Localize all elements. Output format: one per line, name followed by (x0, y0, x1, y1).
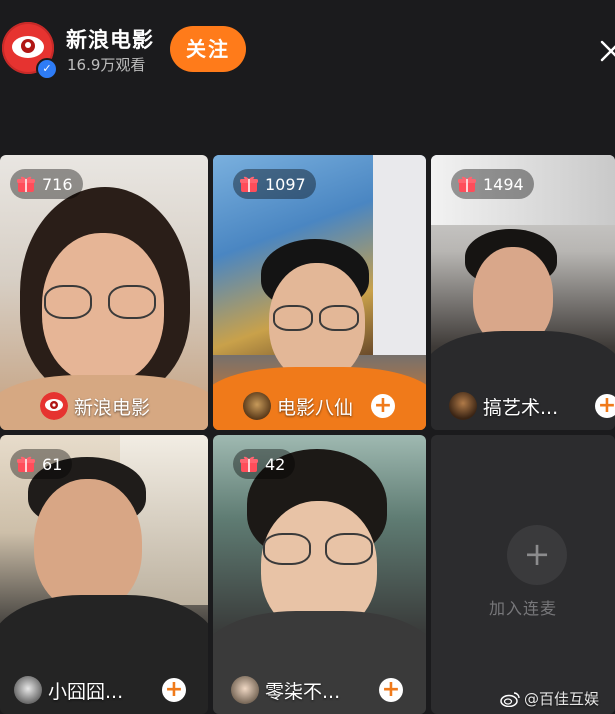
watermark: @百佳互娱 (500, 688, 599, 709)
gift-icon (240, 176, 258, 192)
gift-icon (458, 176, 476, 192)
guest-mini-avatar (243, 392, 271, 420)
join-mic-plus-icon[interactable]: + (507, 525, 567, 585)
gift-icon (17, 176, 35, 192)
glasses-right (325, 533, 373, 565)
gift-badge: 716 (10, 169, 83, 199)
live-room-screen: ✓ 新浪电影 16.9万观看 关注 716 新浪电影 1097 电影八仙 + 1… (0, 0, 615, 714)
gift-icon (240, 456, 258, 472)
glasses-left (263, 533, 311, 565)
verified-badge-icon: ✓ (36, 58, 58, 80)
glasses-right (108, 285, 156, 319)
logo-eye-dot (25, 42, 31, 48)
follow-guest-button[interactable]: + (162, 678, 186, 702)
follow-guest-button[interactable]: + (371, 394, 395, 418)
glasses-right (319, 305, 359, 331)
guest-name-row: 搞艺术... (449, 392, 558, 420)
guest-tile-2[interactable]: 1097 电影八仙 + (213, 155, 426, 430)
gift-badge: 1494 (451, 169, 534, 199)
guest-mini-avatar (449, 392, 477, 420)
wall-background (373, 155, 426, 355)
gift-badge: 42 (233, 449, 296, 479)
guest-name[interactable]: 搞艺术... (483, 393, 558, 420)
join-mic-slot[interactable]: + 加入连麦 (431, 435, 615, 714)
follow-button[interactable]: 关注 (170, 26, 246, 72)
gift-count: 61 (42, 454, 63, 474)
host-name[interactable]: 新浪电影 (66, 24, 154, 54)
guest-mini-avatar (14, 676, 42, 704)
guest-mini-avatar (231, 676, 259, 704)
guest-face (34, 479, 142, 611)
guest-name[interactable]: 电影八仙 (277, 393, 353, 420)
guest-tile-1[interactable]: 716 新浪电影 (0, 155, 208, 430)
gift-count: 1494 (483, 174, 524, 194)
join-mic-label[interactable]: 加入连麦 (431, 595, 615, 619)
guest-name-row: 新浪电影 (40, 392, 150, 420)
watermark-text: @百佳互娱 (524, 690, 600, 708)
view-count: 16.9万观看 (67, 56, 146, 74)
close-icon[interactable] (600, 40, 615, 62)
follow-guest-button[interactable]: + (595, 394, 615, 418)
guest-name[interactable]: 新浪电影 (74, 393, 150, 420)
gift-count: 716 (42, 174, 73, 194)
gift-icon (17, 456, 35, 472)
weibo-logo-icon (500, 691, 520, 707)
gift-count: 1097 (265, 174, 306, 194)
glasses-left (44, 285, 92, 319)
gift-badge: 1097 (233, 169, 316, 199)
guest-name-row: 电影八仙 (243, 392, 353, 420)
gift-count: 42 (265, 454, 286, 474)
guest-name-row: 小囧囧... (14, 676, 123, 704)
guest-tile-5[interactable]: 42 零柒不... + (213, 435, 426, 714)
live-header: ✓ 新浪电影 16.9万观看 关注 (0, 0, 615, 100)
sina-logo-icon (40, 392, 68, 420)
guest-tile-3[interactable]: 1494 搞艺术... + (431, 155, 615, 430)
glasses-left (273, 305, 313, 331)
follow-guest-button[interactable]: + (379, 678, 403, 702)
guest-name[interactable]: 小囧囧... (48, 677, 123, 704)
guest-tile-4[interactable]: 61 小囧囧... + (0, 435, 208, 714)
guest-name[interactable]: 零柒不... (265, 677, 340, 704)
gift-badge: 61 (10, 449, 73, 479)
guest-name-row: 零柒不... (231, 676, 340, 704)
